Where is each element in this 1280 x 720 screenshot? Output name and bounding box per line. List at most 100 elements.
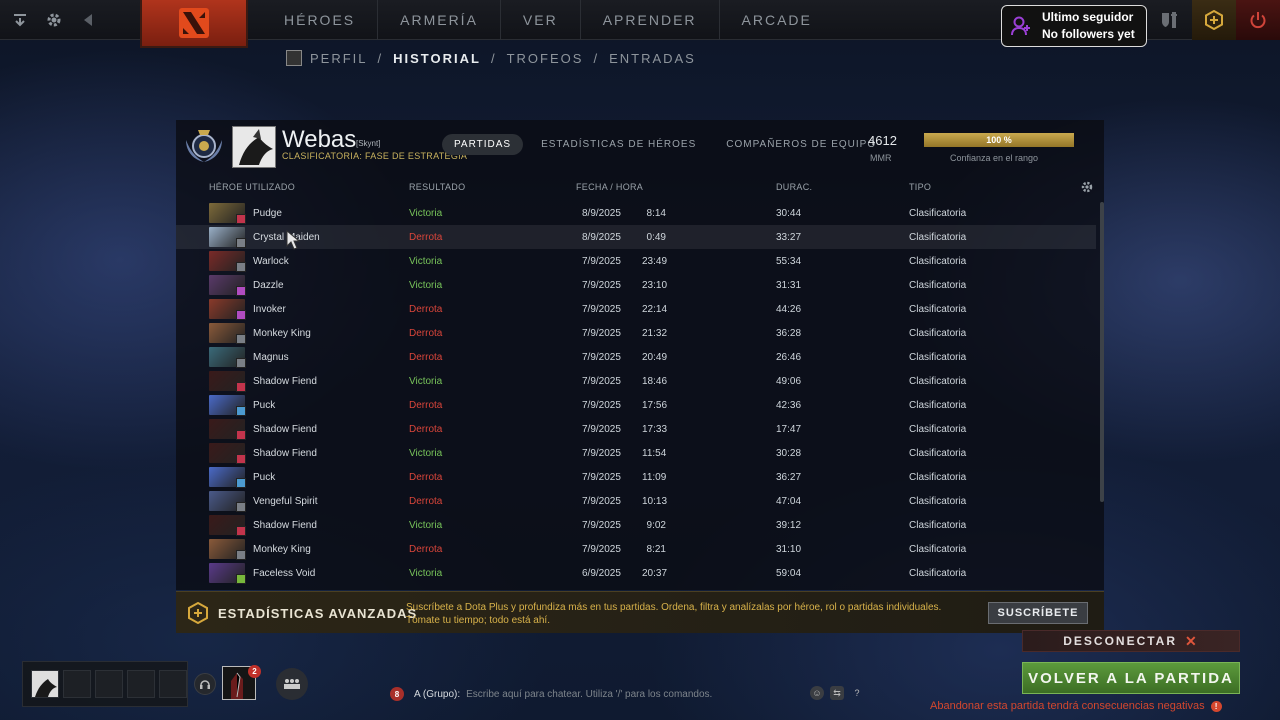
table-row[interactable]: Shadow Fiend Victoria 7/9/2025 9:02 39:12 Cla… bbox=[176, 513, 1096, 537]
armory-button[interactable] bbox=[1148, 0, 1192, 40]
disconnect-button[interactable]: DESCONECTAR ✕ bbox=[1022, 630, 1240, 652]
match-type: Clasificatoria bbox=[909, 544, 967, 555]
match-result: Derrota bbox=[409, 544, 443, 555]
tab-teammates[interactable]: COMPAÑEROS DE EQUIPO bbox=[714, 134, 888, 155]
match-type: Clasificatoria bbox=[909, 376, 967, 387]
match-duration: 30:44 bbox=[776, 208, 802, 219]
table-row[interactable]: Puck Derrota 7/9/2025 17:56 42:36 Clasificato… bbox=[176, 393, 1096, 417]
table-row[interactable]: Monkey King Derrota 7/9/2025 8:21 31:10 Clasi… bbox=[176, 537, 1096, 561]
match-result: Victoria bbox=[409, 376, 443, 387]
info-icon[interactable]: ! bbox=[1210, 700, 1222, 712]
table-row[interactable]: Warlock Victoria 7/9/2025 23:49 55:34 Clasifi… bbox=[176, 249, 1096, 273]
hero-portrait bbox=[209, 539, 246, 560]
match-result: Derrota bbox=[409, 400, 443, 411]
dota-logo-button[interactable] bbox=[140, 0, 248, 48]
match-duration: 47:04 bbox=[776, 496, 802, 507]
emoji-icon[interactable]: ☺ bbox=[810, 686, 824, 700]
chat-input[interactable]: 8 A (Grupo): Escribe aquí para chatear. … bbox=[390, 684, 870, 704]
col-hero[interactable]: HÉROE UTILIZADO bbox=[209, 182, 295, 192]
hero-portrait bbox=[209, 515, 246, 536]
match-type: Clasificatoria bbox=[909, 496, 967, 507]
profile-tabs: PARTIDAS ESTADÍSTICAS DE HÉROES COMPAÑER… bbox=[442, 134, 888, 155]
table-row[interactable]: Shadow Fiend Derrota 7/9/2025 17:33 17:47 Cla… bbox=[176, 417, 1096, 441]
nav-armory[interactable]: ARMERÍA bbox=[377, 0, 500, 40]
voice-button[interactable] bbox=[194, 673, 216, 695]
settings-gear-icon[interactable] bbox=[42, 8, 66, 32]
role-icon bbox=[236, 286, 246, 296]
rank-medal-icon bbox=[186, 130, 222, 162]
table-row[interactable]: Monkey King Derrota 7/9/2025 21:32 36:28 Clas… bbox=[176, 321, 1096, 345]
tab-matches[interactable]: PARTIDAS bbox=[442, 134, 524, 155]
role-icon bbox=[236, 238, 246, 248]
subnav-entries[interactable]: ENTRADAS bbox=[609, 51, 696, 66]
subnav-history[interactable]: HISTORIAL bbox=[393, 51, 481, 66]
tab-hero-stats[interactable]: ESTADÍSTICAS DE HÉROES bbox=[529, 134, 708, 155]
table-row[interactable]: Crystal Maiden Derrota 8/9/2025 0:49 33:27 Cl… bbox=[176, 225, 1096, 249]
back-arrow-icon[interactable] bbox=[76, 8, 100, 32]
power-button[interactable] bbox=[1236, 0, 1280, 40]
table-row[interactable]: Puck Derrota 7/9/2025 11:09 36:27 Clasificato… bbox=[176, 465, 1096, 489]
hero-portrait bbox=[209, 299, 246, 320]
hero-name: Monkey King bbox=[253, 544, 311, 555]
chat-wheel-icon[interactable]: ⇆ bbox=[830, 686, 844, 700]
hero-name: Shadow Fiend bbox=[253, 448, 317, 459]
col-date[interactable]: FECHA / HORA bbox=[576, 182, 643, 192]
match-history-panel: Webas [Skynt] CLASIFICATORIA: FASE DE ES… bbox=[176, 120, 1104, 590]
table-settings-gear-icon[interactable] bbox=[1080, 180, 1094, 194]
scrollbar[interactable] bbox=[1100, 202, 1104, 502]
role-icon bbox=[236, 214, 246, 224]
group-icon bbox=[284, 679, 300, 689]
confidence-fill: 100 % bbox=[924, 133, 1074, 147]
table-row[interactable]: Magnus Derrota 7/9/2025 20:49 26:46 Clasifica… bbox=[176, 345, 1096, 369]
match-date: 6/9/2025 bbox=[582, 568, 621, 579]
nav-heroes[interactable]: HÉROES bbox=[262, 0, 377, 40]
subscribe-button[interactable]: SUSCRÍBETE bbox=[988, 602, 1088, 624]
hero-portrait bbox=[209, 491, 246, 512]
match-result: Derrota bbox=[409, 328, 443, 339]
match-duration: 49:06 bbox=[776, 376, 802, 387]
nav-learn[interactable]: APRENDER bbox=[579, 0, 719, 40]
party-slot-empty[interactable] bbox=[63, 670, 91, 698]
party-slot-empty[interactable] bbox=[159, 670, 187, 698]
table-row[interactable]: Shadow Fiend Victoria 7/9/2025 18:46 49:06 Cl… bbox=[176, 369, 1096, 393]
avatar-small bbox=[286, 50, 302, 66]
subnav-trophies[interactable]: TROFEOS bbox=[507, 51, 584, 66]
help-icon[interactable]: ? bbox=[850, 686, 864, 700]
role-icon bbox=[236, 478, 246, 488]
disconnect-label: DESCONECTAR bbox=[1063, 634, 1178, 648]
table-header: HÉROE UTILIZADO RESULTADO FECHA / HORA D… bbox=[176, 180, 1104, 196]
table-row[interactable]: Faceless Void Victoria 6/9/2025 20:37 59:04 C… bbox=[176, 561, 1096, 585]
table-row[interactable]: Pudge Victoria 8/9/2025 8:14 30:44 Clasificat… bbox=[176, 201, 1096, 225]
role-icon bbox=[236, 358, 246, 368]
table-row[interactable]: Dazzle Victoria 7/9/2025 23:10 31:31 Clasific… bbox=[176, 273, 1096, 297]
role-icon bbox=[236, 526, 246, 536]
col-result[interactable]: RESULTADO bbox=[409, 182, 465, 192]
match-type: Clasificatoria bbox=[909, 304, 967, 315]
party-members-button[interactable] bbox=[276, 668, 308, 700]
chat-channel[interactable]: A (Grupo): bbox=[414, 689, 460, 700]
table-row[interactable]: Vengeful Spirit Derrota 7/9/2025 10:13 47:04… bbox=[176, 489, 1096, 513]
party-slot-me[interactable] bbox=[31, 670, 59, 698]
dota-plus-button[interactable] bbox=[1192, 0, 1236, 40]
player-name: Webas bbox=[282, 126, 357, 153]
match-result: Victoria bbox=[409, 208, 443, 219]
nav-watch[interactable]: VER bbox=[499, 0, 580, 40]
match-time: 9:02 bbox=[646, 520, 666, 531]
match-duration: 30:28 bbox=[776, 448, 802, 459]
party-slot-empty[interactable] bbox=[95, 670, 123, 698]
table-row[interactable]: Invoker Derrota 7/9/2025 22:14 44:26 Clasific… bbox=[176, 297, 1096, 321]
match-date: 7/9/2025 bbox=[582, 376, 621, 387]
profile-avatar[interactable] bbox=[232, 126, 276, 168]
return-to-match-button[interactable]: VOLVER A LA PARTIDA bbox=[1022, 662, 1240, 694]
nav-arcade[interactable]: ARCADE bbox=[718, 0, 834, 40]
collapse-icon[interactable] bbox=[8, 8, 32, 32]
col-type[interactable]: TIPO bbox=[909, 182, 931, 192]
table-row[interactable]: Shadow Fiend Victoria 7/9/2025 11:54 30:28 Cl… bbox=[176, 441, 1096, 465]
role-icon bbox=[236, 454, 246, 464]
party-slot-empty[interactable] bbox=[127, 670, 155, 698]
chat-placeholder[interactable]: Escribe aquí para chatear. Utiliza '/' p… bbox=[466, 689, 712, 700]
subnav-profile[interactable]: PERFIL bbox=[310, 51, 368, 66]
match-list: Pudge Victoria 8/9/2025 8:14 30:44 Clasificat… bbox=[176, 201, 1096, 585]
col-duration[interactable]: DURAC. bbox=[776, 182, 812, 192]
mmr-label: MMR bbox=[870, 153, 892, 163]
